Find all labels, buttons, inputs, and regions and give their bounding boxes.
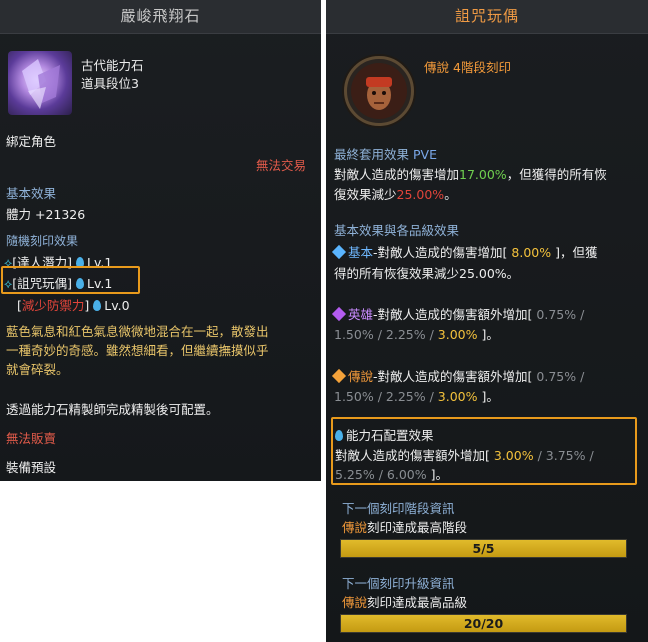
ability-stone-icon [8, 51, 72, 115]
engraving-name: 減少防禦力 [21, 298, 85, 313]
engraving-level: Lv.0 [104, 298, 130, 313]
equip-preset-label[interactable]: 裝備預設 [6, 457, 56, 476]
base-effect-value: 體力 +21326 [6, 207, 86, 222]
stone-effect-line2: 5.25% / 6.00% ]。 [335, 467, 448, 482]
item-type: 古代能力石 [81, 58, 144, 73]
stone-effect-line1: 對敵人造成的傷害額外增加[ 3.00% / 3.75% / [335, 448, 594, 463]
base-effect-header: 基本效果 [6, 186, 57, 201]
stone-title: 嚴峻飛翔石 [0, 0, 321, 34]
legend-grade-effect-line2: 1.50% / 2.25% / 3.00% ]。 [334, 389, 499, 404]
next-upgrade-text: 傳說刻印達成最高品級 [342, 595, 468, 610]
hero-grade-icon [331, 306, 347, 322]
next-stage-progress-text: 5/5 [472, 541, 495, 556]
highlight-box [1, 266, 140, 294]
engraving-grade-stage: 傳說 4階段刻印 [424, 60, 511, 75]
next-stage-text: 傳說刻印達成最高階段 [342, 520, 468, 535]
next-upgrade-progress-bar: 20/20 [340, 614, 627, 633]
hero-grade-effect-line2: 1.50% / 2.25% / 3.00% ]。 [334, 327, 499, 342]
next-stage-header: 下一個刻印階段資訊 [342, 501, 455, 516]
bound-status: 綁定角色 [6, 134, 57, 149]
grade-effects-header: 基本效果與各品級效果 [334, 223, 460, 238]
final-effect-line1: 對敵人造成的傷害增加17.00%，但獲得的所有恢 [334, 167, 607, 182]
basic-grade-effect: 基本-對敵人造成的傷害增加[ 8.00% ]，但獲 [331, 242, 597, 261]
engraving-row[interactable]: [減少防禦力] Lv.0 [17, 295, 130, 314]
random-engrave-header: 隨機刻印效果 [6, 234, 79, 248]
no-sell-label: 無法販賣 [6, 431, 57, 446]
flavor-text: 藍色氣息和紅色氣息微微地混合在一起，散發出 一種奇妙的奇感。雖然想細看，但繼續撫… [6, 324, 269, 377]
cursed-doll-icon [344, 56, 414, 126]
basic-grade-icon [331, 244, 347, 260]
next-stage-progress-bar: 5/5 [340, 539, 627, 558]
water-drop-icon [335, 430, 343, 441]
stone-tooltip-panel: 嚴峻飛翔石 古代能力石 道具段位3 綁定角色 無法交易 基本效果 體力 +213… [0, 0, 321, 481]
next-upgrade-progress-text: 20/20 [463, 616, 504, 631]
engraving-tooltip-panel: 詛咒玩偶 傳說 4階段刻印 最終套用效果 PVE 對敵人造成的傷害增加17.00… [326, 0, 648, 642]
basic-grade-effect-line2: 得的所有恢復效果減少25.00%。 [334, 266, 520, 281]
engraving-title: 詛咒玩偶 [326, 0, 648, 34]
no-trade-label: 無法交易 [256, 158, 307, 173]
next-upgrade-header: 下一個刻印升級資訊 [342, 576, 455, 591]
legend-grade-icon [331, 368, 347, 384]
legend-grade-effect: 傳說-對敵人造成的傷害額外增加[ 0.75% / [331, 366, 584, 385]
pve-label: PVE [413, 147, 437, 162]
final-effect-line2: 復效果減少25.00%。 [334, 187, 457, 202]
water-drop-icon [93, 300, 102, 311]
hero-grade-effect: 英雄-對敵人造成的傷害額外增加[ 0.75% / [331, 304, 584, 323]
craft-note: 透過能力石精製師完成精製後可配置。 [6, 402, 219, 417]
stone-effect-header: 能力石配置效果 [335, 425, 434, 444]
final-effect-header: 最終套用效果 PVE [334, 147, 437, 162]
item-tier: 道具段位3 [81, 76, 139, 91]
